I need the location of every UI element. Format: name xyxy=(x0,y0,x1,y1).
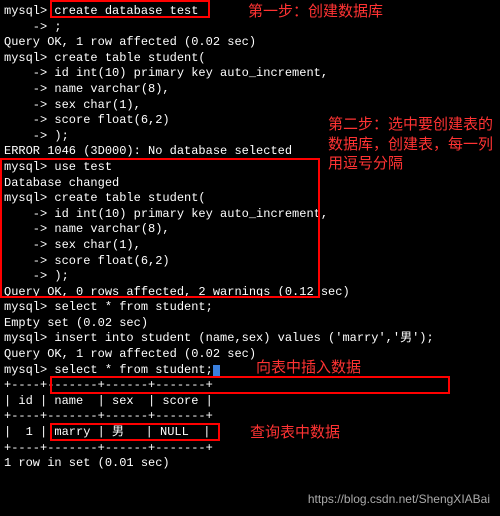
sql-line: mysql> insert into student (name,sex) va… xyxy=(4,331,496,347)
highlight-box-insert xyxy=(50,376,450,394)
sql-line: -> id int(10) primary key auto_increment… xyxy=(4,66,496,82)
highlight-box-create-db xyxy=(50,0,210,18)
highlight-box-select xyxy=(50,423,220,441)
sql-line: -> sex char(1), xyxy=(4,98,496,114)
annotation-step3: 向表中插入数据 xyxy=(256,358,361,378)
result-line: Query OK, 1 row affected (0.02 sec) xyxy=(4,347,496,363)
sql-line: -> name varchar(8), xyxy=(4,82,496,98)
watermark-text: https://blog.csdn.net/ShengXIABai xyxy=(308,492,490,508)
sql-line: -> ; xyxy=(4,20,496,36)
table-header: | id | name | sex | score | xyxy=(4,394,496,410)
cursor-icon xyxy=(213,365,220,377)
result-line: 1 row in set (0.01 sec) xyxy=(4,456,496,472)
annotation-step1: 第一步：创建数据库 xyxy=(248,2,383,22)
table-border: +----+-------+------+-------+ xyxy=(4,441,496,457)
result-line: Empty set (0.02 sec) xyxy=(4,316,496,332)
annotation-step2: 第二步：选中要创建表的数据库，创建表，每一列用逗号分隔 xyxy=(328,115,498,174)
annotation-step4: 查询表中数据 xyxy=(250,423,340,443)
highlight-box-create-table xyxy=(0,158,320,298)
sql-line: mysql> select * from student; xyxy=(4,300,496,316)
sql-line: mysql> create table student( xyxy=(4,51,496,67)
result-line: Query OK, 1 row affected (0.02 sec) xyxy=(4,35,496,51)
